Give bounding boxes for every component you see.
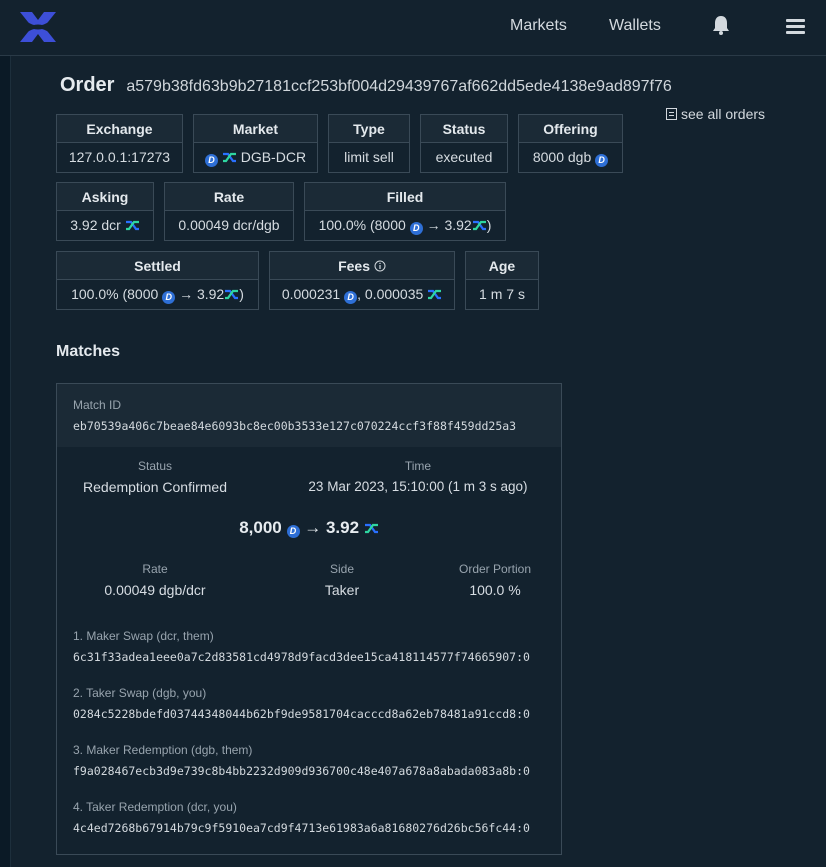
fees-label: Fees bbox=[338, 258, 371, 274]
type-label: Type bbox=[329, 115, 409, 143]
hamburger-menu-icon[interactable] bbox=[786, 19, 805, 35]
order-id: a579b38fd63b9b27181ccf253bf004d29439767a… bbox=[126, 78, 672, 95]
swap-2-label: 2. Taker Swap (dgb, you) bbox=[73, 686, 207, 700]
age-value: 1 m 7 s bbox=[479, 286, 525, 302]
dcr-coin-icon bbox=[428, 289, 442, 300]
dcr-coin-icon bbox=[222, 152, 236, 163]
fees-dgb: 0.000231 bbox=[281, 286, 341, 302]
offering-value: 8000 dgb bbox=[532, 149, 592, 165]
market-value: DGB-DCR bbox=[240, 149, 307, 165]
swap-1-tx[interactable]: 6c31f33adea1eee0a7c2d83581cd4978d9facd3d… bbox=[73, 650, 530, 664]
filled-close: ) bbox=[486, 217, 492, 233]
rate-label: Rate bbox=[165, 183, 293, 211]
dcr-coin-icon bbox=[364, 523, 378, 534]
settled-close: ) bbox=[239, 286, 244, 302]
dcr-coin-icon bbox=[125, 220, 139, 231]
settled-label: Settled bbox=[57, 252, 258, 280]
settled-box: Settled 100.0% (8000 D → 3.92) bbox=[56, 251, 259, 310]
age-label: Age bbox=[466, 252, 538, 280]
fees-header: Fees bbox=[270, 252, 454, 280]
dgb-coin-icon: D bbox=[344, 291, 358, 304]
match-side: Taker bbox=[324, 582, 360, 598]
match-status-label: Status bbox=[137, 459, 173, 473]
filled-pct: 100.0% (8000 bbox=[318, 217, 406, 233]
match-id-section: Match ID eb70539a406c7beae84e6093bc8ec00… bbox=[57, 384, 561, 447]
status-box: Status executed bbox=[420, 114, 508, 173]
filled-value-wrap: 100.0% (8000 D → 3.92) bbox=[305, 211, 505, 240]
exchange-label: Exchange bbox=[57, 115, 182, 143]
matches-heading: Matches bbox=[56, 343, 121, 360]
match-id: eb70539a406c7beae84e6093bc8ec00b3533e127… bbox=[73, 419, 517, 433]
nav-wallets-link[interactable]: Wallets bbox=[609, 17, 661, 35]
match-portion-label: Order Portion bbox=[458, 562, 532, 576]
asking-value-wrap: 3.92 dcr bbox=[57, 211, 153, 240]
filled-arrow: → 3.92 bbox=[426, 217, 472, 233]
dcr-coin-icon bbox=[472, 220, 486, 231]
offering-box: Offering 8000 dgb D bbox=[518, 114, 623, 173]
settled-arrow: → 3.92 bbox=[179, 286, 225, 302]
document-icon bbox=[666, 108, 677, 120]
match-id-label: Match ID bbox=[73, 398, 122, 412]
swap-4-label: 4. Taker Redemption (dcr, you) bbox=[73, 800, 237, 814]
match-amount-to: → 3.92 bbox=[304, 518, 360, 537]
match-side-label: Side bbox=[329, 562, 355, 576]
order-title: Order a579b38fd63b9b27181ccf253bf004d294… bbox=[60, 74, 672, 97]
dgb-coin-icon: D bbox=[162, 291, 176, 304]
rate-value: 0.00049 dcr/dgb bbox=[178, 217, 280, 233]
offering-value-wrap: 8000 dgb D bbox=[519, 143, 622, 172]
settled-value-wrap: 100.0% (8000 D → 3.92) bbox=[57, 280, 258, 309]
age-box: Age 1 m 7 s bbox=[465, 251, 539, 310]
swap-1-label: 1. Maker Swap (dcr, them) bbox=[73, 629, 214, 643]
dgb-coin-icon: D bbox=[204, 154, 218, 167]
see-all-orders-label: see all orders bbox=[681, 106, 766, 122]
dgb-coin-icon: D bbox=[595, 154, 609, 167]
type-box: Type limit sell bbox=[328, 114, 410, 173]
exchange-value: 127.0.0.1:17273 bbox=[68, 149, 171, 165]
market-label: Market bbox=[194, 115, 317, 143]
top-nav: Markets Wallets bbox=[0, 0, 826, 56]
dcr-coin-icon bbox=[225, 289, 239, 300]
dgb-coin-icon: D bbox=[409, 222, 423, 235]
fees-box: Fees 0.000231 D, 0.000035 bbox=[269, 251, 455, 310]
match-status: Redemption Confirmed bbox=[83, 479, 227, 495]
match-amount: 8,000 D → 3.92 bbox=[57, 518, 561, 538]
asking-label: Asking bbox=[57, 183, 153, 211]
dgb-coin-icon: D bbox=[286, 525, 300, 538]
match-portion: 100.0 % bbox=[469, 582, 521, 598]
filled-box: Filled 100.0% (8000 D → 3.92) bbox=[304, 182, 506, 241]
match-time: 23 Mar 2023, 15:10:00 (1 m 3 s ago) bbox=[308, 479, 528, 494]
offering-label: Offering bbox=[519, 115, 622, 143]
match-rate: 0.00049 dgb/dcr bbox=[104, 582, 206, 598]
swap-4-tx[interactable]: 4c4ed7268b67914b79c9f5910ea7cd9f4713e619… bbox=[73, 821, 530, 835]
type-value: limit sell bbox=[344, 149, 394, 165]
status-value: executed bbox=[435, 149, 493, 165]
see-all-orders-link[interactable]: see all orders bbox=[666, 106, 765, 122]
bell-icon[interactable] bbox=[710, 14, 732, 36]
match-amount-from: 8,000 bbox=[239, 518, 282, 537]
asking-value: 3.92 dcr bbox=[70, 217, 121, 233]
order-label: Order bbox=[60, 74, 115, 96]
exchange-box: Exchange 127.0.0.1:17273 bbox=[56, 114, 183, 173]
asking-box: Asking 3.92 dcr bbox=[56, 182, 154, 241]
status-label: Status bbox=[421, 115, 507, 143]
swap-3-tx[interactable]: f9a028467ecb3d9e739c8b4bb2232d909d936700… bbox=[73, 764, 530, 778]
match-time-label: Time bbox=[404, 459, 432, 473]
nav-markets-link[interactable]: Markets bbox=[510, 17, 567, 35]
filled-label: Filled bbox=[305, 183, 505, 211]
swap-2-tx[interactable]: 0284c5228bdefd03744348044b62bf9de9581704… bbox=[73, 707, 530, 721]
match-rate-label: Rate bbox=[142, 562, 168, 576]
market-box: Market D DGB-DCR bbox=[193, 114, 318, 173]
info-icon[interactable] bbox=[374, 260, 386, 272]
rate-box: Rate 0.00049 dcr/dgb bbox=[164, 182, 294, 241]
settled-pct: 100.0% (8000 bbox=[71, 286, 159, 302]
swap-3-label: 3. Maker Redemption (dgb, them) bbox=[73, 743, 253, 757]
match-card: Match ID eb70539a406c7beae84e6093bc8ec00… bbox=[56, 383, 562, 855]
market-value-wrap: D DGB-DCR bbox=[194, 143, 317, 172]
fees-value-wrap: 0.000231 D, 0.000035 bbox=[270, 280, 454, 309]
dex-logo-icon[interactable] bbox=[18, 8, 58, 46]
fees-dcr: , 0.000035 bbox=[357, 286, 424, 302]
